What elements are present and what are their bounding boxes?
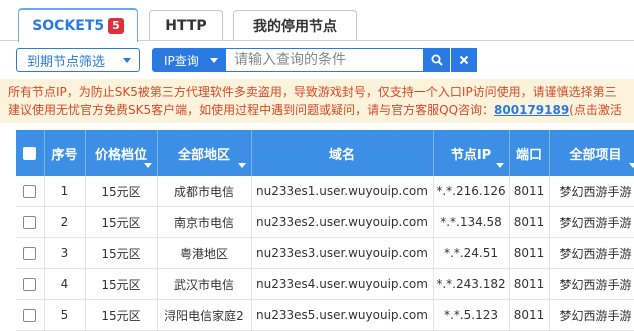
header-region-label: 全部地区: [178, 148, 230, 163]
cell-project: 梦幻西游手游: [549, 176, 634, 207]
cell-domain: nu233es4.user.wuyouip.com: [251, 269, 433, 300]
cell-price: 15元区: [85, 269, 157, 300]
search-icon: [431, 54, 443, 66]
cell-domain: nu233es3.user.wuyouip.com: [251, 238, 433, 269]
row-checkbox[interactable]: [23, 309, 36, 322]
cell-port: 8011: [509, 300, 549, 331]
tab-socket5-label: SOCKET5: [32, 18, 104, 34]
cell-port: 8011: [509, 238, 549, 269]
cell-region: 粤港地区: [157, 238, 251, 269]
row-checkbox[interactable]: [23, 185, 36, 198]
table-row[interactable]: 1 15元区 成都市电信 nu233es1.user.wuyouip.com *…: [16, 176, 634, 207]
cell-no: 4: [44, 269, 85, 300]
notice-line-2: 建议使用无忧官方免费SK5客户端，如使用过程中遇到问题或疑问，请与官方客服QQ咨…: [8, 101, 634, 119]
ip-query-dropdown[interactable]: IP查询: [152, 48, 226, 72]
header-no: 序号: [44, 130, 85, 176]
select-all-checkbox[interactable]: [23, 147, 36, 160]
row-select-cell[interactable]: [16, 269, 44, 300]
tab-http[interactable]: HTTP: [149, 10, 223, 40]
header-ip[interactable]: 节点IP: [433, 130, 509, 176]
chevron-down-icon: [123, 58, 131, 63]
cell-no: 2: [44, 207, 85, 238]
header-project[interactable]: 全部项目: [549, 130, 634, 176]
cell-port: 8011: [509, 207, 549, 238]
notice-line-1: 所有节点IP，为防止SK5被第三方代理软件多卖盗用，导致游戏封号，仅支持一个入口…: [8, 83, 634, 101]
cell-ip: *.*.24.51: [433, 238, 509, 269]
node-table: 序号 价格档位 全部地区 域名 节点IP 端口 全部项目 1 15元区 成都市电…: [16, 130, 634, 331]
header-ip-label: 节点IP: [451, 148, 491, 163]
header-price-label: 价格档位: [95, 148, 147, 163]
tab-bar: SOCKET5 5 HTTP 我的停用节点: [0, 0, 634, 41]
row-select-cell[interactable]: [16, 207, 44, 238]
header-domain: 域名: [251, 130, 433, 176]
row-checkbox[interactable]: [23, 278, 36, 291]
row-checkbox[interactable]: [23, 216, 36, 229]
cell-project: 梦幻西游手游: [549, 207, 634, 238]
row-select-cell[interactable]: [16, 238, 44, 269]
cell-port: 8011: [509, 269, 549, 300]
cell-domain: nu233es2.user.wuyouip.com: [251, 207, 433, 238]
caret-down-icon: [496, 163, 504, 168]
cell-region: 武汉市电信: [157, 269, 251, 300]
cell-no: 1: [44, 176, 85, 207]
header-price[interactable]: 价格档位: [85, 130, 157, 176]
close-icon: [459, 55, 469, 65]
cell-no: 3: [44, 238, 85, 269]
table-row[interactable]: 4 15元区 武汉市电信 nu233es4.user.wuyouip.com *…: [16, 269, 634, 300]
ip-query-label: IP查询: [164, 52, 199, 69]
row-checkbox[interactable]: [23, 247, 36, 260]
select-all-cell[interactable]: [16, 130, 44, 176]
cell-project: 梦幻西游手游: [549, 238, 634, 269]
cell-region: 南京市电信: [157, 207, 251, 238]
caret-down-icon: [629, 163, 634, 168]
cell-ip: *.*.134.58: [433, 207, 509, 238]
tab-disabled-nodes-label: 我的停用节点: [253, 16, 337, 36]
cell-no: 5: [44, 300, 85, 331]
search-input[interactable]: [226, 48, 424, 72]
header-project-label: 全部项目: [569, 148, 621, 163]
tab-socket5-badge: 5: [108, 18, 124, 34]
search-button[interactable]: [424, 48, 450, 72]
notice-banner: 所有节点IP，为防止SK5被第三方代理软件多卖盗用，导致游戏封号，仅支持一个入口…: [0, 79, 634, 123]
cell-port: 8011: [509, 176, 549, 207]
row-select-cell[interactable]: [16, 300, 44, 331]
notice-line-2-suffix: (点击激活: [569, 103, 622, 117]
cell-domain: nu233es5.user.wuyouip.com: [251, 300, 433, 331]
header-port: 端口: [509, 130, 549, 176]
cell-ip: *.*.5.123: [433, 300, 509, 331]
cell-price: 15元区: [85, 300, 157, 331]
notice-line-2-text: 建议使用无忧官方免费SK5客户端，如使用过程中遇到问题或疑问，请与官方客服QQ咨…: [8, 103, 494, 117]
header-region[interactable]: 全部地区: [157, 130, 251, 176]
tab-http-label: HTTP: [165, 18, 206, 34]
tab-disabled-nodes[interactable]: 我的停用节点: [233, 10, 357, 40]
table-row[interactable]: 2 15元区 南京市电信 nu233es2.user.wuyouip.com *…: [16, 207, 634, 238]
cell-ip: *.*.243.182: [433, 269, 509, 300]
table-row[interactable]: 3 15元区 粤港地区 nu233es3.user.wuyouip.com *.…: [16, 238, 634, 269]
cell-price: 15元区: [85, 207, 157, 238]
expiry-filter-label: 到期节点筛选: [27, 51, 105, 70]
clear-button[interactable]: [451, 48, 477, 72]
cell-domain: nu233es1.user.wuyouip.com: [251, 176, 433, 207]
row-select-cell[interactable]: [16, 176, 44, 207]
cell-region: 浔阳电信家庭2: [157, 300, 251, 331]
qq-link[interactable]: 800179189: [494, 103, 569, 117]
cell-price: 15元区: [85, 238, 157, 269]
chevron-down-icon: [210, 58, 218, 63]
cell-project: 梦幻西游手游: [549, 269, 634, 300]
caret-down-icon: [144, 163, 152, 168]
expiry-filter-dropdown[interactable]: 到期节点筛选: [16, 48, 140, 72]
cell-price: 15元区: [85, 176, 157, 207]
cell-region: 成都市电信: [157, 176, 251, 207]
table-row[interactable]: 5 15元区 浔阳电信家庭2 nu233es5.user.wuyouip.com…: [16, 300, 634, 331]
table-header-row: 序号 价格档位 全部地区 域名 节点IP 端口 全部项目: [16, 130, 634, 176]
caret-down-icon: [238, 163, 246, 168]
cell-project: 梦幻西游手游: [549, 300, 634, 331]
tab-socket5[interactable]: SOCKET5 5: [18, 8, 138, 42]
cell-ip: *.*.216.126: [433, 176, 509, 207]
